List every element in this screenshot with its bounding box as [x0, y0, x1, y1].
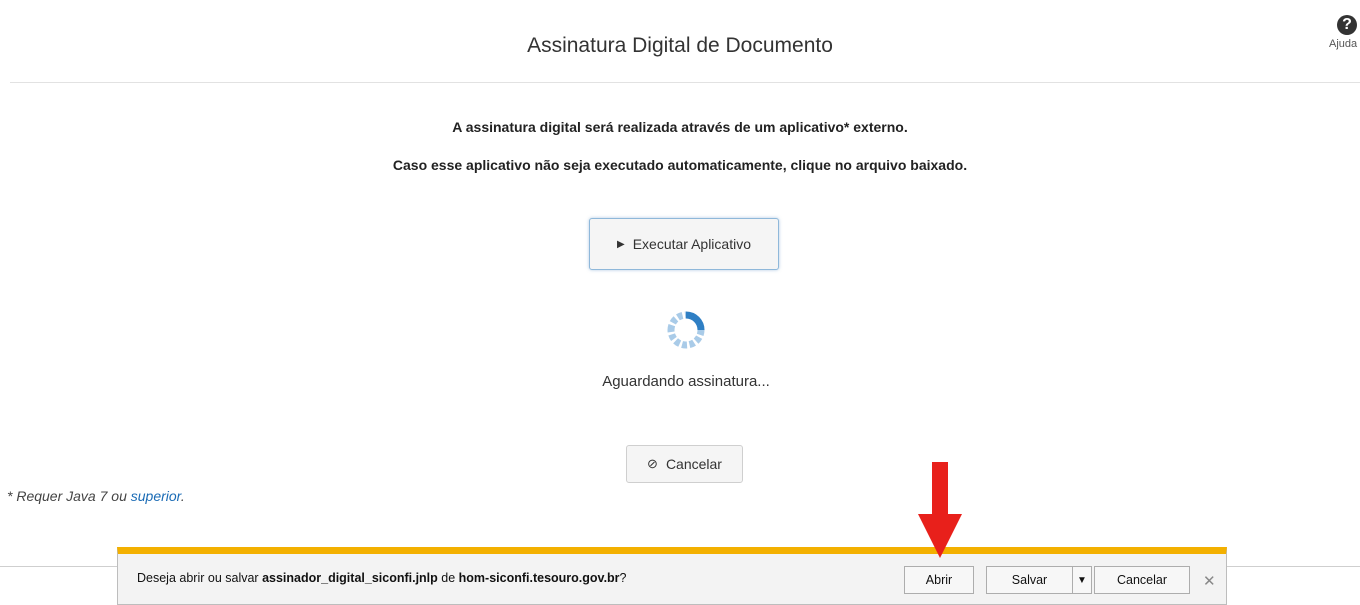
info-message-2: Caso esse aplicativo não seja executado …: [392, 157, 968, 173]
chevron-down-icon: ▼: [1077, 574, 1087, 586]
question-circle-icon[interactable]: ?: [1337, 15, 1357, 35]
superior-link[interactable]: superior: [131, 488, 181, 504]
save-file-button[interactable]: Salvar: [986, 566, 1073, 594]
save-options-dropdown[interactable]: ▼: [1072, 566, 1092, 594]
close-icon[interactable]: ✕: [1203, 572, 1216, 590]
waiting-status-text: Aguardando assinatura...: [602, 373, 770, 390]
ban-icon: ⊘: [647, 456, 658, 471]
run-application-button[interactable]: ▶ Executar Aplicativo: [589, 218, 779, 270]
download-prompt-middle: de: [437, 571, 459, 585]
page-title: Assinatura Digital de Documento: [527, 34, 833, 57]
cancel-label: Cancelar: [665, 456, 722, 472]
red-arrow-annotation-icon: [918, 462, 962, 558]
download-prompt-prefix: Deseja abrir ou salvar: [137, 571, 263, 585]
loading-spinner-icon: [667, 311, 705, 349]
download-prompt-suffix: ?: [619, 571, 627, 585]
help-label[interactable]: Ajuda: [1329, 38, 1360, 50]
java-requirement-note: * Requer Java 7 ou superior.: [7, 488, 185, 504]
download-host: hom-siconfi.tesouro.gov.br: [458, 571, 620, 585]
open-file-button[interactable]: Abrir: [904, 566, 974, 594]
download-notification-bar: Deseja abrir ou salvar assinador_digital…: [117, 547, 1227, 605]
header-divider: [10, 82, 1360, 83]
run-application-label: Executar Aplicativo: [632, 236, 751, 252]
footnote-prefix: * Requer Java 7 ou: [7, 488, 131, 504]
help-button[interactable]: ? Ajuda: [1328, 15, 1360, 50]
footnote-suffix: .: [180, 488, 185, 504]
play-icon: ▶: [617, 238, 625, 250]
cancel-download-button[interactable]: Cancelar: [1094, 566, 1190, 594]
cancel-button[interactable]: ⊘ Cancelar: [626, 445, 743, 483]
download-filename: assinador_digital_siconfi.jnlp: [262, 571, 438, 585]
info-message-1: A assinatura digital será realizada atra…: [452, 119, 908, 135]
download-prompt-text: Deseja abrir ou salvar assinador_digital…: [137, 571, 627, 585]
